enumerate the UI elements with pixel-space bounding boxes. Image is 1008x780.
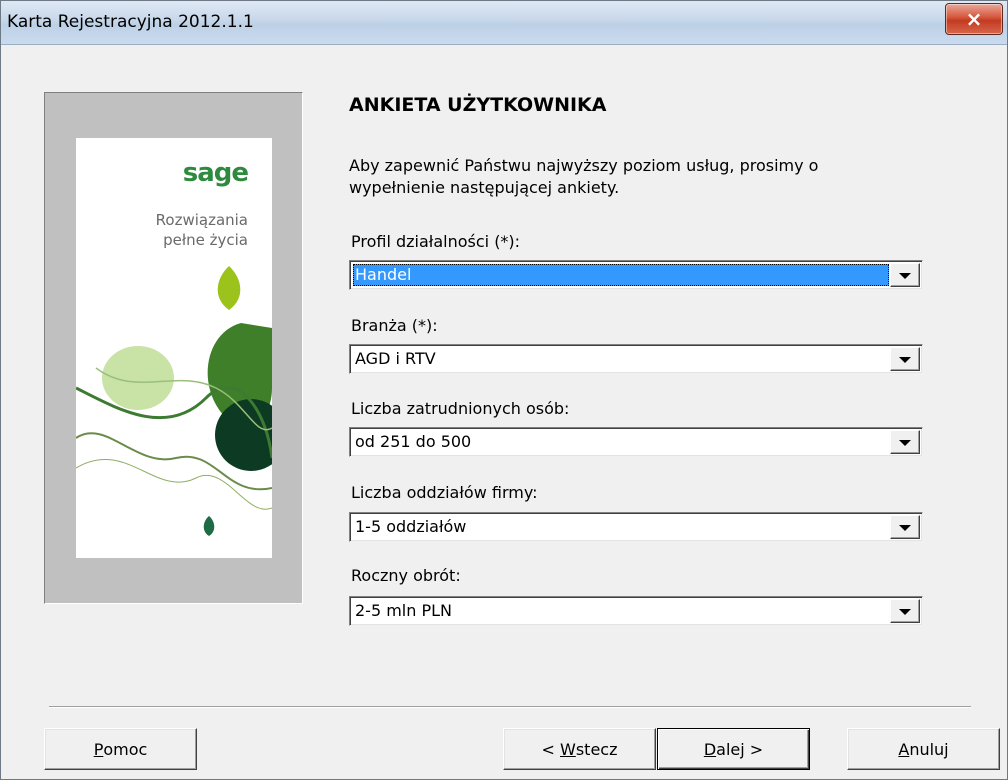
chevron-down-icon[interactable] <box>890 599 920 623</box>
label-annual-turnover: Roczny obrót: <box>351 566 461 585</box>
next-button-label: alej > <box>716 739 764 759</box>
promo-card: sage Rozwiązania pełne życia <box>76 138 272 558</box>
chevron-down-icon[interactable] <box>890 430 920 454</box>
chevron-down-icon[interactable] <box>890 263 920 287</box>
cancel-button-mnemonic: A <box>898 739 910 759</box>
industry-select[interactable]: AGD i RTV <box>349 344 923 374</box>
footer-divider <box>49 706 971 708</box>
industry-value: AGD i RTV <box>355 349 436 368</box>
annual-turnover-select[interactable]: 2-5 mln PLN <box>349 596 923 626</box>
close-icon: × <box>965 7 983 31</box>
dialog-content: sage Rozwiązania pełne życia ANKIETA UŻY… <box>1 46 1007 779</box>
help-button[interactable]: Pomoc <box>44 728 197 770</box>
label-branch-count: Liczba oddziałów firmy: <box>351 483 538 502</box>
back-button[interactable]: < Wstecz <box>503 728 656 770</box>
next-button-mnemonic: D <box>703 739 717 759</box>
label-business-profile: Profil działalności (*): <box>351 232 521 251</box>
cancel-button-label: nuluj <box>909 739 949 759</box>
branch-count-value: 1-5 oddziałów <box>355 517 467 536</box>
lime-leaf-shape <box>217 266 241 310</box>
title-bar[interactable]: Karta Rejestracyjna 2012.1.1 × <box>1 1 1007 45</box>
chevron-down-icon[interactable] <box>890 515 920 539</box>
back-button-prefix: < <box>541 739 560 759</box>
label-employee-count: Liczba zatrudnionych osób: <box>351 399 570 418</box>
chevron-down-icon[interactable] <box>890 347 920 371</box>
side-image-panel: sage Rozwiązania pełne życia <box>44 92 303 604</box>
employee-count-select[interactable]: od 251 do 500 <box>349 427 923 457</box>
dialog-window: Karta Rejestracyjna 2012.1.1 × sage Rozw… <box>0 0 1008 780</box>
help-button-mnemonic: P <box>93 739 104 759</box>
intro-text: Aby zapewnić Państwu najwyższy poziom us… <box>349 155 949 199</box>
small-leaf-shape <box>203 516 215 536</box>
help-button-label: omoc <box>103 739 148 759</box>
back-button-label: stecz <box>575 739 618 759</box>
employee-count-value: od 251 do 500 <box>355 432 472 451</box>
cancel-button[interactable]: Anuluj <box>847 728 1000 770</box>
business-profile-value: Handel <box>353 264 889 286</box>
label-industry: Branża (*): <box>351 316 438 335</box>
intro-line-2: wypełnienie następującej ankiety. <box>349 178 620 197</box>
business-profile-select[interactable]: Handel <box>349 260 923 290</box>
back-button-mnemonic: W <box>560 739 576 759</box>
close-button[interactable]: × <box>945 3 1003 35</box>
next-button[interactable]: Dalej > <box>657 728 810 770</box>
branch-count-select[interactable]: 1-5 oddziałów <box>349 512 923 542</box>
annual-turnover-value: 2-5 mln PLN <box>355 601 453 620</box>
leaf-illustration <box>76 266 272 536</box>
page-heading: ANKIETA UŻYTKOWNIKA <box>349 94 607 116</box>
intro-line-1: Aby zapewnić Państwu najwyższy poziom us… <box>349 156 819 175</box>
window-title: Karta Rejestracyjna 2012.1.1 <box>7 12 254 32</box>
